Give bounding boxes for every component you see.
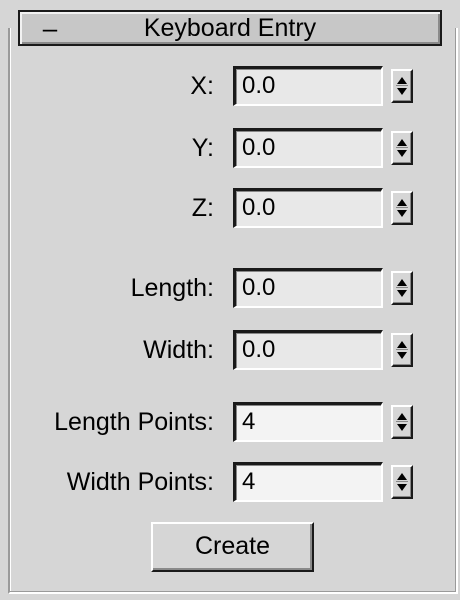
spinner-up-icon[interactable] (397, 139, 407, 146)
spinner-down-icon[interactable] (397, 424, 407, 431)
width-points-label: Width Points: (66, 468, 214, 496)
width-points-spinner-icon[interactable] (391, 465, 413, 499)
row-y: Y: 0.0 (0, 128, 460, 168)
length-label: Length: (130, 274, 214, 302)
y-spinner-icon[interactable] (391, 131, 413, 165)
row-x: X: 0.0 (0, 66, 460, 106)
x-label: X: (190, 72, 214, 100)
row-length-points: Length Points: 4 (0, 402, 460, 442)
x-field[interactable]: 0.0 (233, 66, 383, 106)
x-spinner-icon[interactable] (391, 69, 413, 103)
length-points-label: Length Points: (54, 408, 214, 436)
width-points-field[interactable]: 4 (233, 462, 383, 502)
length-points-spinner-icon[interactable] (391, 405, 413, 439)
y-field[interactable]: 0.0 (233, 128, 383, 168)
rollout-title-bar[interactable]: – Keyboard Entry (18, 10, 442, 46)
spinner-down-icon[interactable] (397, 210, 407, 217)
z-label: Z: (191, 194, 214, 222)
row-length: Length: 0.0 (0, 268, 460, 308)
row-width: Width: 0.0 (0, 330, 460, 370)
width-spinner-icon[interactable] (391, 333, 413, 367)
spinner-down-icon[interactable] (397, 88, 407, 95)
rollout-frame (8, 28, 458, 594)
spinner-up-icon[interactable] (397, 473, 407, 480)
z-spinner-icon[interactable] (391, 191, 413, 225)
spinner-up-icon[interactable] (397, 341, 407, 348)
spinner-down-icon[interactable] (397, 150, 407, 157)
length-points-field[interactable]: 4 (233, 402, 383, 442)
width-label: Width: (143, 336, 214, 364)
keyboard-entry-rollout: – Keyboard Entry X: 0.0 Y: 0.0 Z: 0.0 Le… (0, 0, 460, 600)
rollout-title: Keyboard Entry (143, 14, 317, 42)
row-z: Z: 0.0 (0, 188, 460, 228)
spinner-up-icon[interactable] (397, 77, 407, 84)
spinner-up-icon[interactable] (397, 279, 407, 286)
spinner-down-icon[interactable] (397, 290, 407, 297)
z-field[interactable]: 0.0 (233, 188, 383, 228)
width-field[interactable]: 0.0 (233, 330, 383, 370)
spinner-up-icon[interactable] (397, 413, 407, 420)
length-field[interactable]: 0.0 (233, 268, 383, 308)
spinner-up-icon[interactable] (397, 199, 407, 206)
length-spinner-icon[interactable] (391, 271, 413, 305)
create-button[interactable]: Create (151, 522, 314, 572)
row-width-points: Width Points: 4 (0, 462, 460, 502)
spinner-down-icon[interactable] (397, 484, 407, 491)
y-label: Y: (191, 134, 214, 162)
spinner-down-icon[interactable] (397, 352, 407, 359)
